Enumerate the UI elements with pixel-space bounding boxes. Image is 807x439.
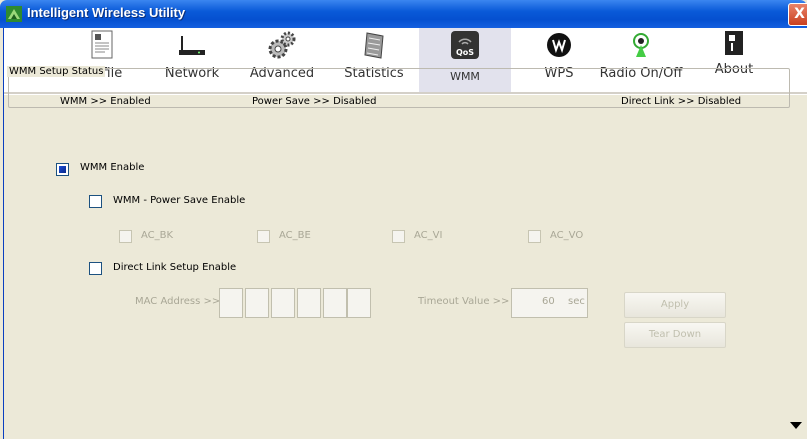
ac-bk-label: AC_BK (141, 230, 174, 241)
scroll-down-icon[interactable] (790, 422, 802, 429)
power-save-enable-checkbox[interactable] (89, 195, 102, 208)
apply-button[interactable]: Apply (624, 292, 726, 318)
status-wmm: WMM >> Enabled (60, 96, 151, 107)
ac-be-checkbox[interactable] (257, 230, 270, 243)
direct-link-enable-checkbox[interactable] (89, 262, 102, 275)
wmm-enable-label: WMM Enable (80, 162, 145, 173)
mac-octet-5-input[interactable] (323, 288, 347, 318)
mac-octet-2-input[interactable] (245, 288, 269, 318)
timeout-value: 60 (542, 296, 555, 307)
radio-icon (633, 33, 649, 57)
wmm-enable-checkbox[interactable] (56, 163, 69, 176)
mac-octet-3-input[interactable] (271, 288, 295, 318)
wps-icon (547, 33, 571, 57)
timeout-unit: sec (568, 296, 585, 307)
power-save-enable-label: WMM - Power Save Enable (113, 195, 246, 206)
app-icon (6, 6, 22, 22)
ac-vo-label: AC_VO (550, 230, 584, 241)
timeout-label: Timeout Value >> (418, 296, 510, 307)
mac-address-label: MAC Address >> (135, 296, 221, 307)
tear-down-button[interactable]: Tear Down (624, 322, 726, 348)
profile-icon (91, 30, 113, 59)
statistics-icon (364, 32, 384, 59)
direct-link-enable-label: Direct Link Setup Enable (113, 262, 237, 273)
ac-bk-checkbox[interactable] (119, 230, 132, 243)
qos-badge: QoS (456, 48, 474, 57)
ac-be-label: AC_BE (279, 230, 311, 241)
status-legend: WMM Setup Status (7, 66, 106, 77)
mac-octet-1-input[interactable] (219, 288, 243, 318)
status-direct-link: Direct Link >> Disabled (621, 96, 742, 107)
ac-vo-checkbox[interactable] (528, 230, 541, 243)
mac-octet-4-input[interactable] (297, 288, 321, 318)
close-button[interactable]: X (788, 3, 807, 26)
window-title: Intelligent Wireless Utility (27, 5, 186, 20)
network-icon (179, 36, 205, 55)
title-bar[interactable]: Intelligent Wireless Utility X (0, 0, 807, 28)
status-power-save: Power Save >> Disabled (252, 96, 377, 107)
mac-octet-6-input[interactable] (347, 288, 371, 318)
about-icon (725, 31, 743, 55)
qos-icon: QoS (451, 31, 479, 59)
ac-vi-checkbox[interactable] (392, 230, 405, 243)
ac-vi-label: AC_VI (414, 230, 443, 241)
advanced-icon (268, 31, 296, 59)
